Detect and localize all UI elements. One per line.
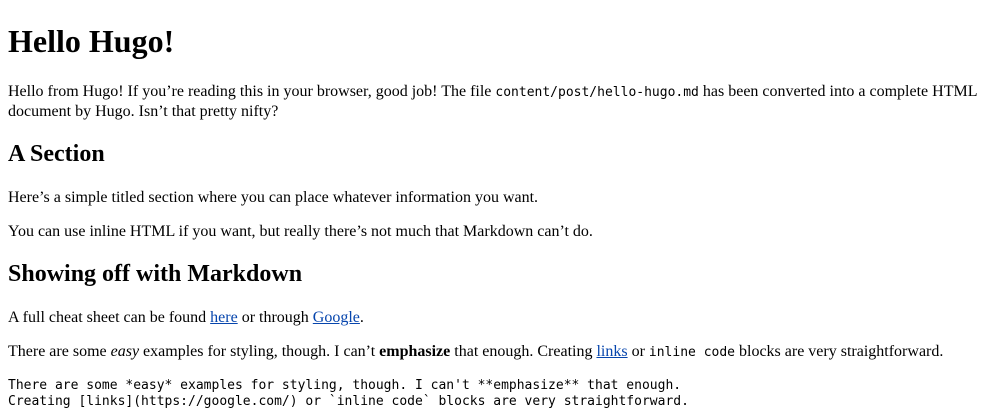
cheat-sheet-link-here[interactable]: here	[210, 309, 238, 326]
emphasize-strong: emphasize	[379, 343, 451, 360]
file-path-code: content/post/hello-hugo.md	[495, 85, 699, 100]
code-block: There are some *easy* examples for styli…	[8, 378, 1000, 410]
section-paragraph-1: Here’s a simple titled section where you…	[8, 189, 539, 206]
intro-text-before: Hello from Hugo! If you’re reading this …	[8, 83, 496, 100]
section-paragraph-2: You can use inline HTML if you want, but…	[8, 223, 593, 240]
cheat-text-after: .	[359, 309, 364, 326]
styling-text-5: blocks are very straightforward.	[735, 343, 944, 360]
cheat-text-before: A full cheat sheet can be found	[8, 309, 211, 326]
styling-text-4: or	[627, 343, 649, 360]
styling-text-1: There are some	[8, 343, 111, 360]
google-link[interactable]: Google	[313, 309, 360, 326]
markdown-section-heading: Showing off with Markdown	[8, 261, 303, 287]
page: Hello Hugo! Hello from Hugo! If you’re r…	[0, 0, 1008, 420]
styling-paragraph: There are some easy examples for styling…	[8, 342, 1000, 362]
code-block-line-1: There are some *easy* examples for styli…	[8, 378, 682, 393]
easy-emphasis: easy	[110, 343, 140, 360]
code-block-line-2: Creating [links](https://google.com/) or…	[8, 394, 689, 409]
intro-paragraph: Hello from Hugo! If you’re reading this …	[8, 82, 1000, 121]
styling-text-3: that enough. Creating	[450, 343, 597, 360]
page-title: Hello Hugo!	[8, 23, 175, 59]
styling-text-2: examples for styling, though. I can’t	[139, 343, 380, 360]
cheat-text-middle: or through	[237, 309, 313, 326]
section-heading: A Section	[8, 141, 105, 167]
cheat-sheet-paragraph: A full cheat sheet can be found here or …	[8, 308, 1000, 327]
inline-code-sample: inline code	[648, 345, 735, 360]
links-link[interactable]: links	[596, 343, 627, 360]
